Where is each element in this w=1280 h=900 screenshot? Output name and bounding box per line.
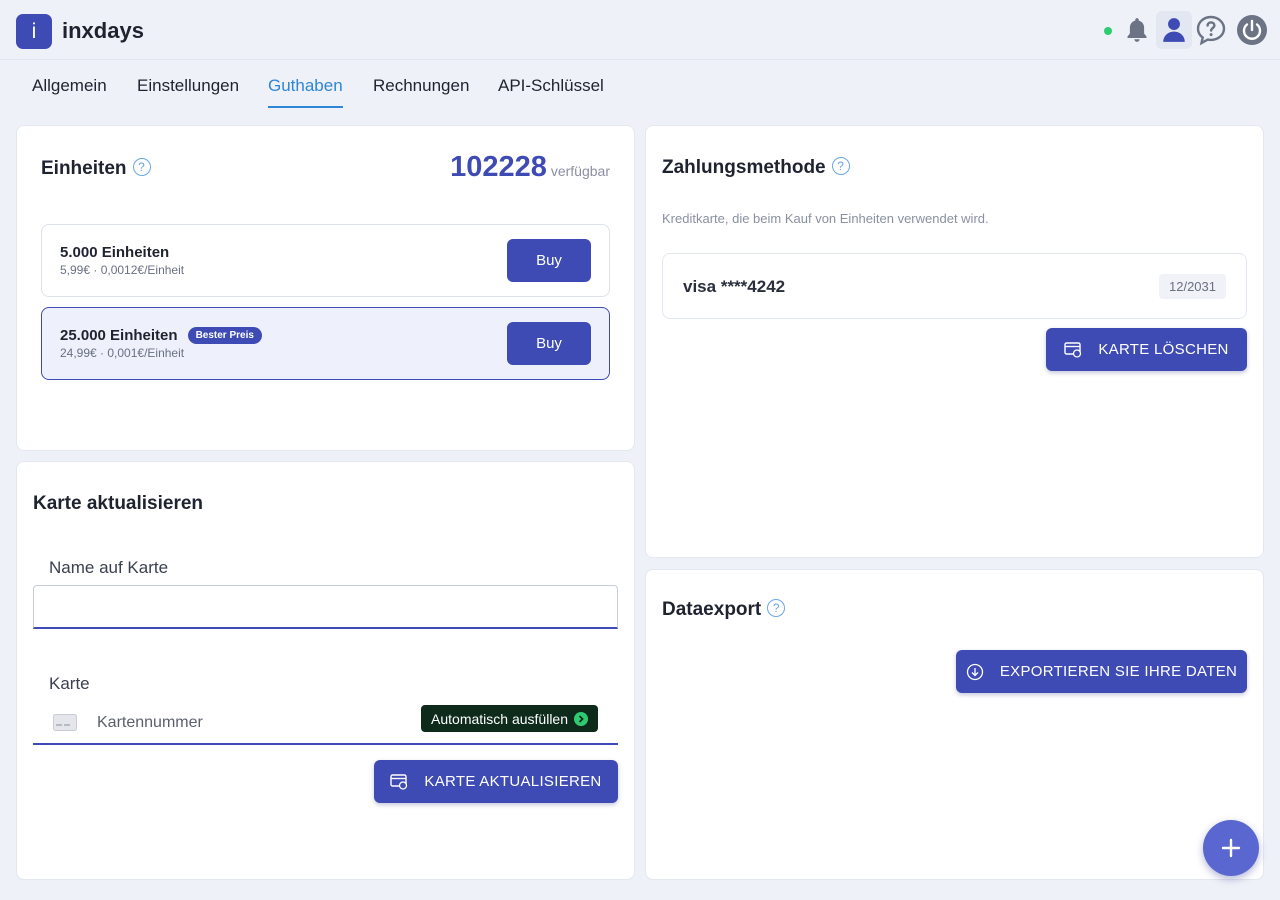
name-on-card-input[interactable] bbox=[33, 585, 618, 629]
card-expiry: 12/2031 bbox=[1159, 274, 1226, 299]
help-icon[interactable]: ? bbox=[767, 599, 786, 617]
tab-guthaben[interactable]: Guthaben bbox=[268, 76, 343, 108]
delete-card-button-label: KARTE LÖSCHEN bbox=[1098, 341, 1229, 358]
update-card-button-label: KARTE AKTUALISIEREN bbox=[424, 773, 602, 790]
package-name: 25.000 Einheiten Bester Preis bbox=[60, 327, 262, 344]
online-status-dot bbox=[1104, 27, 1112, 35]
bell-icon bbox=[1127, 18, 1147, 42]
notifications-button[interactable] bbox=[1119, 11, 1155, 49]
payment-title: Zahlungsmethode? bbox=[662, 157, 850, 179]
help-icon[interactable]: ? bbox=[831, 157, 850, 175]
app-title: inxdays bbox=[62, 18, 144, 43]
saved-card-number: visa ****4242 bbox=[683, 277, 785, 297]
units-available-value: 102228 bbox=[450, 151, 547, 183]
buy-5000-button[interactable]: Buy bbox=[507, 239, 591, 282]
card-masked-number: ****4242 bbox=[720, 277, 786, 296]
help-bubble-icon bbox=[1196, 15, 1226, 46]
name-on-card-label: Name auf Karte bbox=[49, 558, 169, 577]
profile-button[interactable] bbox=[1156, 11, 1192, 49]
user-icon bbox=[1163, 18, 1185, 42]
credit-card-icon bbox=[53, 714, 77, 731]
export-data-button[interactable]: EXPORTIEREN SIE IHRE DATEN bbox=[956, 650, 1247, 693]
export-title: Dataexport? bbox=[662, 599, 786, 621]
download-icon bbox=[966, 663, 983, 680]
package-5000: 5.000 Einheiten 5,99€ · 0,0012€/Einheit … bbox=[41, 224, 610, 297]
logout-button[interactable] bbox=[1234, 11, 1270, 49]
tab-allgemein[interactable]: Allgemein bbox=[32, 76, 107, 108]
buy-25000-button[interactable]: Buy bbox=[507, 322, 591, 365]
package-price: 24,99€ · 0,001€/Einheit bbox=[60, 346, 185, 360]
tab-rechnungen[interactable]: Rechnungen bbox=[373, 76, 469, 108]
app-logo[interactable]: i bbox=[16, 14, 52, 49]
add-fab-button[interactable] bbox=[1203, 820, 1259, 876]
help-icon[interactable]: ? bbox=[132, 158, 151, 176]
best-price-badge: Bester Preis bbox=[187, 327, 262, 344]
package-name-text: 25.000 Einheiten bbox=[60, 327, 178, 344]
tab-api-schluessel[interactable]: API-Schlüssel bbox=[498, 76, 604, 108]
units-available-label: verfügbar bbox=[550, 163, 610, 179]
card-brand: visa bbox=[683, 277, 717, 296]
tab-einstellungen[interactable]: Einstellungen bbox=[137, 76, 239, 108]
card-refresh-icon bbox=[390, 773, 408, 790]
payment-method-card: Zahlungsmethode? Kreditkarte, die beim K… bbox=[645, 125, 1264, 558]
autofill-button[interactable]: Automatisch ausfüllen bbox=[421, 705, 598, 732]
help-button[interactable] bbox=[1193, 11, 1229, 49]
payment-title-text: Zahlungsmethode bbox=[662, 157, 826, 178]
autofill-label: Automatisch ausfüllen bbox=[431, 710, 568, 727]
payment-description: Kreditkarte, die beim Kauf von Einheiten… bbox=[662, 211, 989, 226]
export-data-button-label: EXPORTIEREN SIE IHRE DATEN bbox=[999, 663, 1238, 680]
export-title-text: Dataexport bbox=[662, 599, 762, 620]
saved-card-row: visa ****4242 12/2031 bbox=[662, 253, 1247, 319]
package-price: 5,99€ · 0,0012€/Einheit bbox=[60, 263, 185, 277]
plus-icon bbox=[1221, 838, 1241, 858]
delete-card-button[interactable]: KARTE LÖSCHEN bbox=[1046, 328, 1247, 371]
available-units: 102228 verfügbar bbox=[450, 151, 610, 184]
package-name: 5.000 Einheiten bbox=[60, 244, 170, 261]
update-card-button[interactable]: KARTE AKTUALISIEREN bbox=[374, 760, 618, 803]
card-number-field[interactable]: Kartennummer Automatisch ausfüllen bbox=[33, 702, 618, 745]
units-title: Einheiten? bbox=[41, 158, 151, 180]
units-card: Einheiten? 102228 verfügbar 5.000 Einheit… bbox=[16, 125, 635, 451]
card-number-placeholder: Kartennummer bbox=[97, 714, 203, 731]
package-25000: 25.000 Einheiten Bester Preis 24,99€ · 0,… bbox=[41, 307, 610, 380]
top-bar: i inxdays bbox=[0, 0, 1280, 60]
chevron-right-icon bbox=[574, 711, 588, 726]
update-card-title: Karte aktualisieren bbox=[33, 493, 204, 514]
card-remove-icon bbox=[1064, 341, 1082, 358]
data-export-card: Dataexport? EXPORTIEREN SIE IHRE DATEN bbox=[645, 569, 1264, 880]
update-card-panel: Karte aktualisieren Name auf Karte Karte… bbox=[16, 461, 635, 880]
card-label: Karte bbox=[49, 674, 90, 693]
units-title-text: Einheiten bbox=[41, 158, 127, 179]
power-icon bbox=[1237, 15, 1267, 45]
